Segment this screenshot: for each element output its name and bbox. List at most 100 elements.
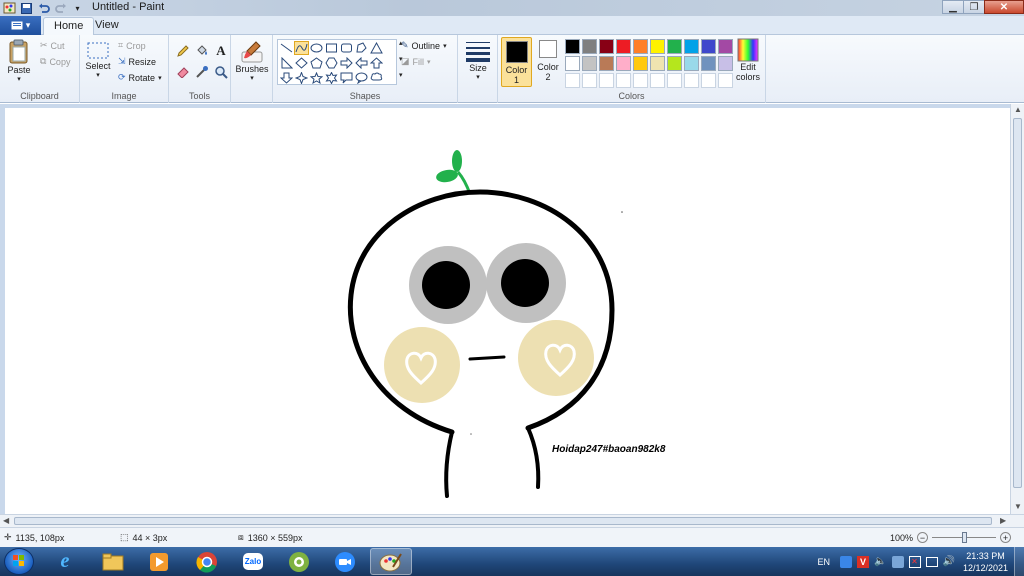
custom-color-slot[interactable]: [633, 73, 648, 88]
triangle-shape-icon[interactable]: [369, 41, 384, 55]
palette-swatch[interactable]: [565, 39, 580, 54]
scroll-up-arrow-icon[interactable]: ▲: [1014, 105, 1022, 114]
rounded-rectangle-shape-icon[interactable]: [339, 41, 354, 55]
action-center-icon[interactable]: ✕: [908, 555, 921, 568]
right-triangle-shape-icon[interactable]: [279, 56, 294, 70]
crop-button[interactable]: ⌗ Crop: [118, 40, 146, 51]
zoom-slider-thumb[interactable]: [962, 532, 968, 543]
vertical-scroll-thumb[interactable]: [1013, 118, 1022, 488]
color1-button[interactable]: Color 1: [501, 37, 532, 87]
pentagon-shape-icon[interactable]: [309, 56, 324, 70]
taskbar-zoom[interactable]: [324, 548, 366, 575]
custom-color-slot[interactable]: [650, 73, 665, 88]
select-button[interactable]: Select ▾: [85, 41, 111, 79]
custom-color-slot[interactable]: [565, 73, 580, 88]
palette-swatch[interactable]: [650, 56, 665, 71]
rotate-button[interactable]: ⟳ Rotate ▾: [118, 72, 162, 83]
eraser-icon[interactable]: [175, 64, 191, 80]
color2-button[interactable]: Color 2: [535, 40, 561, 86]
zoom-in-icon[interactable]: +: [1000, 532, 1012, 543]
custom-color-slot[interactable]: [599, 73, 614, 88]
palette-swatch[interactable]: [667, 56, 682, 71]
palette-swatch[interactable]: [667, 39, 682, 54]
zoom-out-icon[interactable]: −: [917, 532, 929, 543]
scroll-down-arrow-icon[interactable]: ▼: [1014, 502, 1022, 511]
line-shape-icon[interactable]: [279, 41, 294, 55]
edit-colors-button[interactable]: Edit colors: [733, 38, 763, 82]
down-arrow-shape-icon[interactable]: [279, 71, 294, 85]
cut-button[interactable]: ✂ Cut: [40, 40, 65, 51]
maximize-button[interactable]: ❐: [963, 0, 985, 14]
paste-button[interactable]: Paste ▾: [5, 39, 33, 83]
palette-swatch[interactable]: [582, 56, 597, 71]
volume-icon[interactable]: 🔈: [874, 556, 886, 567]
palette-swatch[interactable]: [582, 39, 597, 54]
polygon-shape-icon[interactable]: [354, 41, 369, 55]
drawing-canvas[interactable]: Hoidap247#baoan982k8: [5, 108, 1010, 514]
custom-color-slot[interactable]: [582, 73, 597, 88]
cloud-callout-shape-icon[interactable]: [369, 71, 384, 85]
copy-button[interactable]: ⧉ Copy: [40, 56, 70, 67]
vertical-scrollbar[interactable]: ▲ ▼: [1010, 104, 1024, 514]
fill-button[interactable]: ◪ Fill ▾: [401, 56, 431, 67]
tab-view[interactable]: View: [85, 17, 129, 35]
pencil-icon[interactable]: [175, 43, 191, 59]
magnifier-icon[interactable]: [213, 64, 229, 80]
four-point-star-shape-icon[interactable]: [294, 71, 309, 85]
custom-color-slot[interactable]: [718, 73, 733, 88]
palette-swatch[interactable]: [633, 39, 648, 54]
horizontal-scroll-thumb[interactable]: [14, 517, 992, 525]
custom-color-slot[interactable]: [667, 73, 682, 88]
save-icon[interactable]: [19, 1, 34, 15]
curve-shape-icon[interactable]: [294, 41, 309, 55]
rectangle-shape-icon[interactable]: [324, 41, 339, 55]
hexagon-shape-icon[interactable]: [324, 56, 339, 70]
palette-swatch[interactable]: [599, 39, 614, 54]
horizontal-scrollbar[interactable]: ◀ ▶: [0, 514, 1024, 527]
custom-color-slot[interactable]: [701, 73, 716, 88]
taskbar-chrome[interactable]: [186, 548, 228, 575]
palette-swatch[interactable]: [616, 39, 631, 54]
undo-icon[interactable]: [36, 1, 51, 15]
clock[interactable]: 21:33 PM 12/12/2021: [963, 550, 1008, 574]
brushes-button[interactable]: Brushes ▾: [234, 40, 270, 82]
palette-swatch[interactable]: [684, 39, 699, 54]
taskbar-explorer[interactable]: [92, 548, 134, 575]
palette-swatch[interactable]: [718, 39, 733, 54]
rect-callout-shape-icon[interactable]: [339, 71, 354, 85]
palette-swatch[interactable]: [650, 39, 665, 54]
palette-swatch[interactable]: [616, 56, 631, 71]
outline-button[interactable]: ✎ Outline ▾: [401, 40, 447, 51]
minimize-button[interactable]: ▁: [942, 0, 964, 14]
taskbar-paint[interactable]: [370, 548, 412, 575]
palette-swatch[interactable]: [701, 39, 716, 54]
tray-network-icon[interactable]: [891, 555, 904, 568]
close-button[interactable]: ✕: [984, 0, 1024, 14]
scroll-left-arrow-icon[interactable]: ◀: [3, 516, 9, 525]
scroll-right-arrow-icon[interactable]: ▶: [1000, 516, 1006, 525]
customize-qat-icon[interactable]: ▾: [70, 1, 85, 15]
zoom-slider[interactable]: [932, 532, 997, 543]
tray-app-icon[interactable]: [840, 555, 853, 568]
start-button[interactable]: [4, 548, 34, 575]
color-picker-icon[interactable]: [194, 64, 210, 80]
palette-swatch[interactable]: [599, 56, 614, 71]
display-icon[interactable]: [925, 556, 938, 567]
resize-button[interactable]: ⇲ Resize: [118, 56, 156, 67]
fill-bucket-icon[interactable]: [194, 43, 210, 59]
taskbar-zalo[interactable]: Zalo: [232, 548, 274, 575]
diamond-shape-icon[interactable]: [294, 56, 309, 70]
oval-callout-shape-icon[interactable]: [354, 71, 369, 85]
taskbar-ie[interactable]: e: [44, 548, 86, 575]
redo-icon[interactable]: [53, 1, 68, 15]
paint-app-icon[interactable]: [2, 1, 17, 15]
taskbar-media-player[interactable]: [138, 548, 180, 575]
six-point-star-shape-icon[interactable]: [324, 71, 339, 85]
oval-shape-icon[interactable]: [309, 41, 324, 55]
shapes-expand[interactable]: ▾: [399, 71, 403, 79]
five-point-star-shape-icon[interactable]: [309, 71, 324, 85]
palette-swatch[interactable]: [633, 56, 648, 71]
paint-menu-button[interactable]: ▾: [0, 16, 41, 35]
speaker-icon[interactable]: 🔊: [943, 556, 955, 567]
up-arrow-shape-icon[interactable]: [369, 56, 384, 70]
